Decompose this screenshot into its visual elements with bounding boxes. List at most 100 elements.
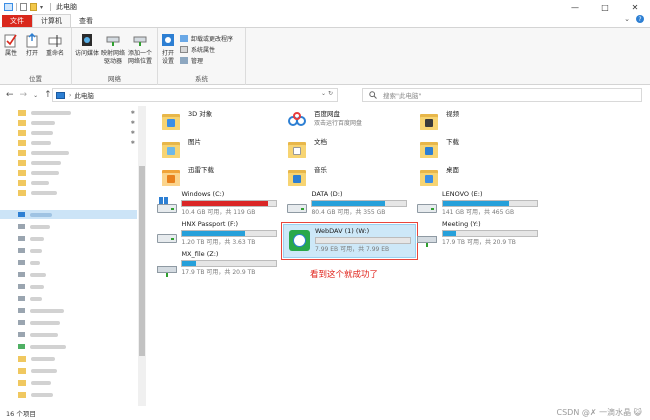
manage-button[interactable]: 管理 [180,56,203,65]
nav-item[interactable] [0,246,137,255]
blurred-label [31,170,59,175]
nav-item[interactable] [0,366,137,375]
nav-item[interactable] [0,354,137,363]
breadcrumb[interactable]: 此电脑 [74,90,94,100]
nav-item[interactable] [0,188,137,197]
blurred-label [31,392,53,397]
windows-drive-icon [156,196,177,218]
close-button[interactable]: ✕ [620,0,650,14]
manage-label: 管理 [191,58,204,65]
nav-item[interactable] [0,306,137,315]
blurred-label [30,260,40,265]
new-folder-quick-icon[interactable] [30,3,37,11]
folder-item[interactable]: 文档 [286,138,327,160]
folder-name: 下载 [446,138,459,146]
access-media-button[interactable]: 访问媒体 [75,32,99,58]
minimize-button[interactable]: — [560,0,590,14]
uninstall-button[interactable]: 卸载或更改程序 [180,34,233,43]
map-drive-button[interactable]: 映射网络 驱动器 [101,32,125,66]
item-count: 16 个项目 [6,410,36,418]
folder-item[interactable]: 百度网盘 双击运行百度网盘 [286,110,362,132]
nav-item[interactable] [0,168,137,177]
chevron-down-icon[interactable]: ▾ [40,4,43,11]
nav-item[interactable] [0,148,137,157]
folder-item[interactable]: 图片 [160,138,201,160]
tab-view[interactable]: 查看 [71,15,101,27]
rename-button[interactable]: 重命名 [46,32,64,58]
drive-item-e[interactable]: LENOVO (E:) 141 GB 可用，共 465 GB [416,190,646,222]
success-annotation: 看到这个就成功了 [310,270,379,280]
folder-item[interactable]: 下载 [418,138,459,160]
nav-item[interactable] [0,158,137,167]
nav-item[interactable] [0,318,137,327]
up-arrow-icon[interactable]: ↑ [44,90,52,100]
nav-item[interactable] [0,330,137,339]
nav-item-this-pc[interactable] [0,210,137,219]
drive-name: MX_file (Z:) [181,250,219,258]
blurred-label [30,272,46,277]
nav-item[interactable]: ✱ [0,128,137,137]
address-dropdown-icon[interactable]: ⌄ ↻ [321,90,333,97]
uninstall-label: 卸载或更改程序 [191,36,234,43]
properties-quick-icon[interactable] [20,3,27,11]
back-arrow-icon[interactable]: ← [6,90,14,100]
folder-item[interactable]: 迅雷下载 [160,166,214,188]
help-icon[interactable]: ? [636,15,644,23]
nav-item[interactable] [0,390,137,399]
drive-icon [18,320,25,325]
search-input[interactable]: 搜索"此电脑" [362,88,642,102]
ribbon-collapse-icon[interactable]: ⌄ [624,15,630,23]
folder-icon [286,138,308,160]
folder-item[interactable]: 视频 [418,110,459,132]
add-network-location-button[interactable]: 添加一个 网络位置 [128,32,152,66]
folder-item[interactable]: 音乐 [286,166,327,188]
nav-item[interactable] [0,234,137,243]
folder-item[interactable]: 3D 对象 [160,110,212,132]
drive-name: WebDAV (1) (W:) [315,227,370,235]
folder-icon [18,169,26,176]
pin-icon: ✱ [130,109,135,116]
nav-item[interactable] [0,222,137,231]
tab-file[interactable]: 文件 [2,14,32,27]
nav-item[interactable] [0,294,137,303]
nav-item[interactable]: ✱ [0,118,137,127]
folder-icon [18,159,26,166]
nav-scrollbar-thumb[interactable] [139,166,145,356]
blurred-label [31,380,51,385]
nav-item[interactable]: ✱ [0,138,137,147]
access-media-label: 访问媒体 [75,50,100,57]
nav-item[interactable] [0,270,137,279]
folder-icon [18,109,26,116]
folder-name: 桌面 [446,166,459,174]
nav-item[interactable] [0,342,137,351]
system-properties-button[interactable]: 系统属性 [180,45,215,54]
properties-button[interactable]: 属性 [4,32,18,58]
nav-item[interactable] [0,378,137,387]
folder-item[interactable]: 桌面 [418,166,459,188]
nav-item[interactable] [0,282,137,291]
drive-item-y[interactable]: Meeting (Y:) 17.9 TB 可用，共 20.9 TB [416,220,646,252]
tab-computer[interactable]: 计算机 [32,14,71,27]
network-drive-icon [106,36,120,46]
folder-name: 迅雷下载 [188,166,214,174]
blurred-label [30,308,64,313]
blurred-label [30,320,60,325]
open-button[interactable]: 打开 [25,32,39,58]
address-bar[interactable]: › 此电脑 ⌄ ↻ [52,88,338,102]
open-settings-label: 打开 设置 [161,50,174,65]
blurred-label [31,120,55,125]
breadcrumb-chevron-icon[interactable]: › [69,92,71,99]
maximize-button[interactable]: □ [590,0,620,14]
nav-item[interactable] [0,178,137,187]
nav-item[interactable] [0,258,137,267]
forward-arrow-icon[interactable]: → [20,90,28,100]
open-settings-button[interactable]: 打开 设置 [161,32,175,66]
nav-item[interactable]: ✱ [0,108,137,117]
properties-icon [4,34,17,48]
drive-usage-fill [312,201,385,206]
drive-icon [18,260,25,265]
nav-scrollbar[interactable] [138,106,146,406]
drive-icon [18,272,25,277]
recent-dropdown-icon[interactable]: ⌄ [33,92,38,99]
open-icon [26,33,38,48]
